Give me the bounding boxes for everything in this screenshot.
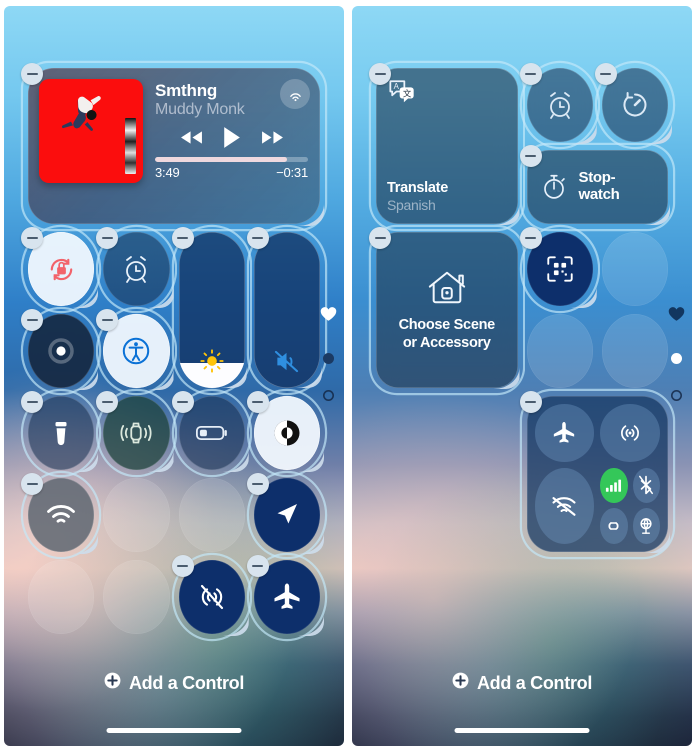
remove-control-button[interactable]	[171, 391, 194, 413]
add-control-button[interactable]: Add a Control	[4, 672, 344, 694]
control-dark-mode[interactable]	[246, 391, 320, 470]
page-indicator-rail	[320, 306, 337, 401]
remove-control-button[interactable]	[21, 63, 43, 85]
control-ping-watch[interactable]	[96, 391, 169, 470]
control-airplane-mode[interactable]	[246, 555, 320, 634]
control-low-power-mode[interactable]	[171, 391, 245, 470]
remove-control-button[interactable]	[594, 63, 617, 85]
home-indicator[interactable]	[106, 728, 242, 733]
remove-control-button[interactable]	[171, 227, 194, 249]
control-code-scanner[interactable]	[519, 227, 593, 306]
add-control-label: Add a Control	[476, 672, 593, 693]
empty-control-slot[interactable]	[601, 232, 668, 306]
speaker-mute-icon	[273, 349, 300, 374]
remove-control-button[interactable]	[519, 145, 542, 167]
now-playing-card[interactable]: Smthng Muddy Monk 3:49 −0:31	[28, 68, 320, 224]
control-flashlight[interactable]	[21, 391, 94, 470]
screen-mirroring-icon	[44, 334, 78, 368]
page-indicator-rail	[668, 306, 685, 401]
accessibility-icon	[119, 334, 153, 368]
remove-control-button[interactable]	[21, 309, 43, 331]
heart-icon[interactable]	[320, 306, 337, 327]
add-control-button[interactable]: Add a Control	[352, 672, 692, 694]
page-dot-1[interactable]	[671, 353, 682, 364]
ping-watch-icon	[118, 419, 154, 447]
rotation-lock-icon	[45, 253, 78, 286]
airdrop-off-icon	[196, 581, 228, 613]
empty-control-slot[interactable]	[601, 314, 668, 388]
brightness-icon	[199, 348, 225, 374]
control-wifi[interactable]	[21, 473, 94, 552]
page-dot-2[interactable]	[323, 390, 334, 401]
wifi-icon	[45, 503, 77, 527]
dark-mode-icon	[270, 416, 304, 450]
remove-control-button[interactable]	[246, 391, 269, 413]
screenshot-stage: Smthng Muddy Monk 3:49 −0:31 Add a Contr…	[0, 0, 700, 750]
remove-control-button[interactable]	[171, 555, 194, 577]
control-center-left: Smthng Muddy Monk 3:49 −0:31 Add a Contr…	[4, 6, 344, 746]
page-dot-2[interactable]	[671, 390, 682, 401]
empty-control-slot[interactable]	[178, 478, 245, 552]
add-control-label: Add a Control	[128, 672, 245, 693]
connectivity-module[interactable]	[519, 391, 669, 552]
control-rotation-lock[interactable]	[21, 227, 94, 306]
control-center-right: A 文 Translate Spanish Stop- watch Choose…	[352, 6, 692, 746]
control-accessibility[interactable]	[96, 309, 169, 388]
controls-grid-right: A 文 Translate Spanish Stop- watch Choose…	[369, 63, 669, 552]
widget-translate[interactable]: A 文 Translate Spanish	[369, 63, 518, 224]
empty-control-slot[interactable]	[103, 478, 170, 552]
heart-icon[interactable]	[668, 306, 685, 327]
widget-home[interactable]: Choose Scene or Accessory	[369, 227, 518, 388]
cursor-arrow-icon	[272, 500, 302, 530]
empty-control-slot[interactable]	[28, 560, 95, 634]
control-airdrop[interactable]	[171, 555, 245, 634]
control-center-panel-left: Smthng Muddy Monk 3:49 −0:31 Add a Contr…	[4, 6, 344, 746]
remove-control-button[interactable]	[21, 391, 43, 413]
control-silent-mode[interactable]	[246, 227, 320, 388]
remove-control-button[interactable]	[519, 391, 542, 413]
empty-control-slot[interactable]	[103, 560, 170, 634]
remove-control-button[interactable]	[246, 473, 269, 495]
timer-icon	[619, 89, 651, 121]
flashlight-icon	[48, 418, 74, 448]
plus-circle-icon	[104, 672, 121, 694]
airplane-icon	[271, 581, 303, 613]
control-alarm[interactable]	[519, 63, 593, 142]
control-alarm[interactable]	[96, 227, 169, 306]
plus-circle-icon	[452, 672, 469, 694]
remove-control-button[interactable]	[519, 227, 542, 249]
widget-stopwatch[interactable]: Stop- watch	[519, 145, 669, 224]
control-pointer[interactable]	[246, 473, 320, 552]
control-timer[interactable]	[594, 63, 668, 142]
now-playing-widget[interactable]: Smthng Muddy Monk 3:49 −0:31	[21, 63, 320, 224]
empty-control-slot[interactable]	[526, 314, 593, 388]
control-center-panel-right: A 文 Translate Spanish Stop- watch Choose…	[352, 6, 692, 746]
remove-control-button[interactable]	[21, 473, 43, 495]
controls-grid-left: Smthng Muddy Monk 3:49 −0:31	[21, 63, 320, 634]
remove-control-button[interactable]	[519, 63, 542, 85]
page-dot-1[interactable]	[323, 353, 334, 364]
remove-control-button[interactable]	[369, 227, 391, 249]
remove-control-button[interactable]	[246, 555, 269, 577]
remove-control-button[interactable]	[21, 227, 43, 249]
alarm-clock-icon	[120, 253, 152, 285]
control-brightness[interactable]	[171, 227, 245, 388]
remove-control-button[interactable]	[246, 227, 269, 249]
control-screen-mirroring[interactable]	[21, 309, 94, 388]
edit-selection-ring	[23, 63, 325, 229]
alarm-clock-icon	[544, 89, 576, 121]
battery-icon	[195, 423, 229, 443]
home-indicator[interactable]	[454, 728, 590, 733]
qr-code-icon	[545, 254, 575, 284]
remove-control-button[interactable]	[369, 63, 391, 85]
